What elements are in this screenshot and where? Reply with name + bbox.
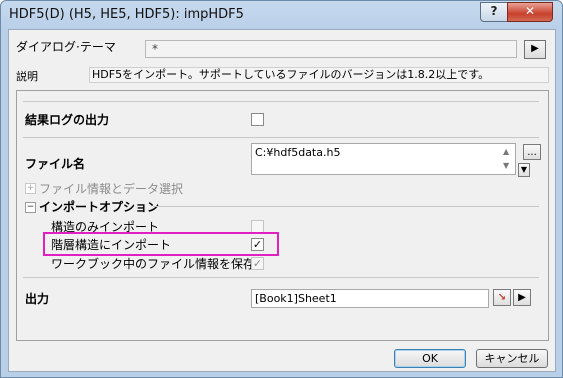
- output-label: 出力: [25, 292, 50, 306]
- file-name-input[interactable]: C:¥hdf5data.h5: [251, 143, 516, 175]
- file-menu-arrow-icon[interactable]: ▼: [518, 163, 530, 177]
- range-select-icon: ↘: [497, 292, 507, 303]
- theme-label: ダイアログ·テーマ: [16, 40, 116, 54]
- file-name-label: ファイル名: [25, 157, 86, 171]
- file-info-section-label[interactable]: ファイル情報とデータ選択: [39, 180, 183, 197]
- theme-menu-button[interactable]: ▶: [524, 40, 546, 59]
- top-separator: [23, 101, 539, 102]
- scroll-up-icon[interactable]: ▲: [503, 147, 509, 156]
- file-name-value: C:¥hdf5data.h5: [255, 146, 341, 159]
- scroll-down-icon[interactable]: ▼: [503, 161, 509, 170]
- hierarchical-label: 階層構造にインポート: [51, 238, 172, 252]
- title-bar: HDF5(D) (H5, HE5, HDF5): impHDF5 ? ✕: [1, 1, 562, 29]
- range-selector-button[interactable]: ↘: [493, 289, 511, 306]
- play-arrow-icon: ▶: [518, 292, 526, 303]
- result-log-checkbox[interactable]: [251, 113, 264, 126]
- result-log-label: 結果ログの出力: [25, 113, 110, 127]
- save-file-info-checkbox[interactable]: ✓: [251, 257, 264, 270]
- play-arrow-icon: ▶: [531, 43, 539, 54]
- description-text: HDF5をインポート。サポートしているファイルのバージョンは1.8.2以上です。: [89, 67, 549, 83]
- checkmark-icon: ✓: [252, 238, 263, 251]
- expand-icon[interactable]: +: [25, 183, 36, 194]
- save-file-info-label: ワークブック中のファイル情報を保存: [51, 257, 256, 271]
- theme-combobox[interactable]: *: [145, 40, 517, 58]
- dialog-client-area: ダイアログ·テーマ * ▶ 説明 HDF5をインポート。サポートしているファイル…: [8, 29, 556, 372]
- output-input[interactable]: [Book1]Sheet1: [251, 289, 489, 308]
- output-menu-button[interactable]: ▶: [513, 289, 531, 306]
- section-separator: [153, 206, 539, 207]
- import-options-section-label[interactable]: インポートオプション: [39, 198, 159, 215]
- separator: [23, 277, 539, 278]
- help-button[interactable]: ?: [480, 2, 508, 22]
- separator: [23, 137, 539, 138]
- browse-button[interactable]: ...: [523, 144, 541, 160]
- output-value: [Book1]Sheet1: [255, 292, 337, 305]
- options-panel: 結果ログの出力 ファイル名 C:¥hdf5data.h5 ▲ ▼ ... ▼ +…: [16, 90, 549, 341]
- collapse-icon[interactable]: −: [25, 202, 36, 213]
- ok-button[interactable]: OK: [394, 349, 466, 368]
- cancel-button[interactable]: キャンセル: [476, 349, 548, 368]
- hierarchical-checkbox[interactable]: ✓: [251, 238, 264, 251]
- description-label: 説明: [16, 70, 38, 83]
- window-title: HDF5(D) (H5, HE5, HDF5): impHDF5: [9, 7, 244, 22]
- dialog-window: HDF5(D) (H5, HE5, HDF5): impHDF5 ? ✕ ダイア…: [0, 0, 563, 378]
- close-button[interactable]: ✕: [507, 2, 553, 22]
- checkmark-icon: ✓: [252, 257, 263, 270]
